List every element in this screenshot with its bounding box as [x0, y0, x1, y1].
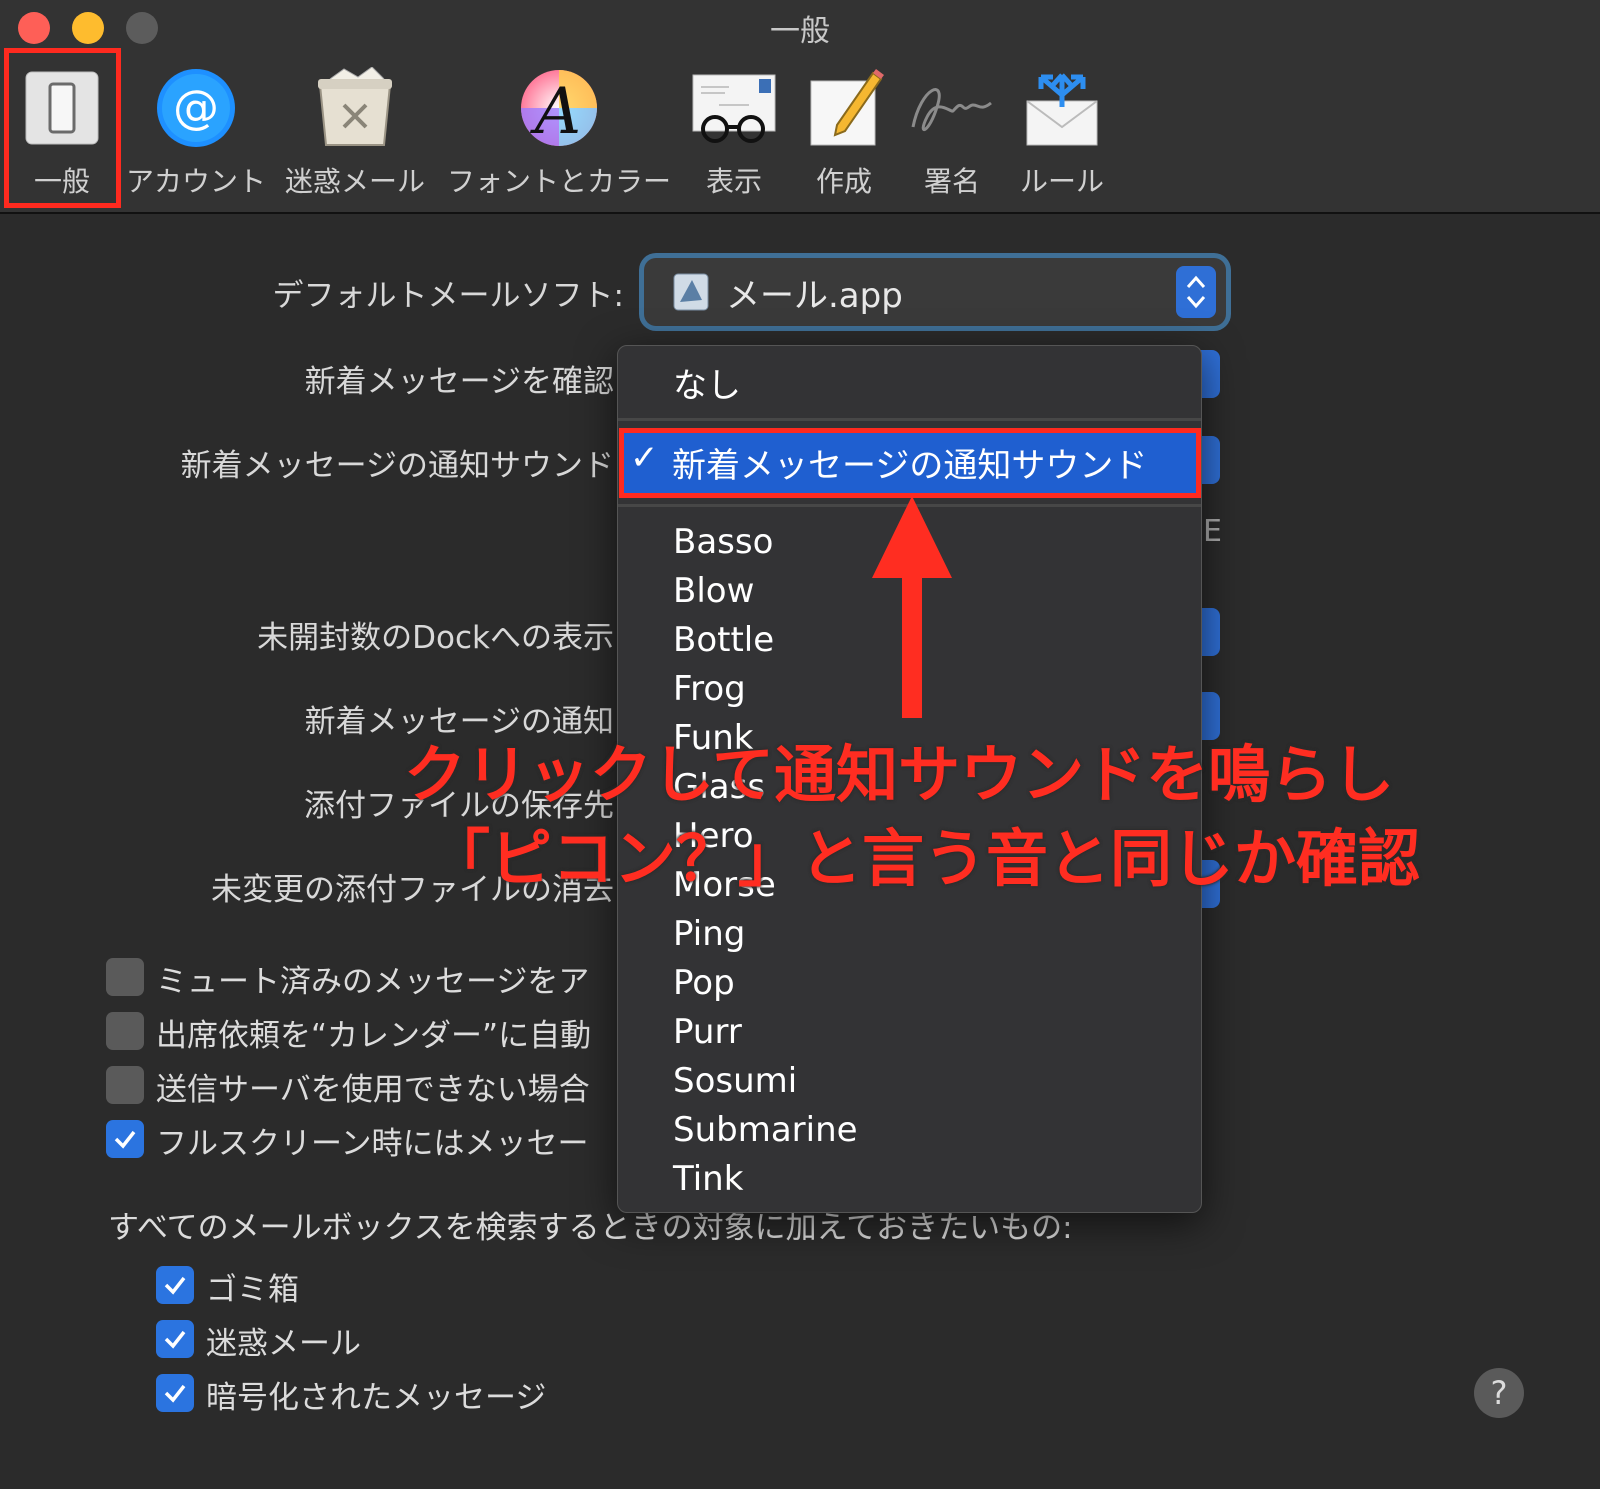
toolbar-viewing[interactable]: 表示	[688, 62, 780, 202]
checkbox-label: ミュート済みのメッセージをア	[156, 964, 590, 1000]
mail-app-icon	[672, 272, 710, 316]
junk-checkbox[interactable]	[156, 1320, 194, 1358]
mute-messages-checkbox[interactable]	[106, 958, 144, 996]
fullscreen-checkbox[interactable]	[106, 1120, 144, 1158]
trash-checkbox[interactable]	[156, 1266, 194, 1304]
menu-item-sound[interactable]: Basso	[673, 522, 773, 562]
checkmark-icon	[164, 1330, 186, 1349]
checkbox-label: 送信サーバを使用できない場合	[156, 1072, 590, 1108]
annotation-line-2: 「ピコン？」と言う音と同じか確認	[428, 822, 1421, 895]
rules-envelope-icon	[1016, 62, 1108, 154]
toolbar-junk[interactable]: 迷惑メール	[284, 62, 426, 202]
check-new-messages-label: 新着メッセージを確認	[304, 364, 614, 400]
font-color-icon: A	[513, 62, 605, 154]
default-app-value: メール.app	[726, 276, 903, 316]
checkmark-icon	[164, 1276, 186, 1295]
toolbar-label: 作成	[815, 165, 872, 198]
checkbox-label: 出席依頼を“カレンダー”に自動	[156, 1018, 592, 1054]
menu-item-sound[interactable]: Purr	[673, 1012, 742, 1052]
toolbar-fonts-colors[interactable]: A フォントとカラー	[447, 62, 672, 202]
menu-item-sound[interactable]: Blow	[673, 571, 754, 611]
toolbar-accounts[interactable]: @ アカウント	[126, 62, 266, 202]
toolbar-label: 署名	[923, 165, 980, 198]
junk-bin-icon	[309, 62, 401, 154]
svg-text:A: A	[530, 75, 581, 149]
checkmark-icon	[114, 1130, 136, 1149]
toolbar-rules[interactable]: ルール	[1016, 62, 1108, 202]
chevron-up-down-icon	[1176, 266, 1216, 318]
dock-unread-label: 未開封数のDockへの表示	[257, 620, 614, 656]
menu-item-sound[interactable]: Sosumi	[673, 1061, 797, 1101]
outgoing-server-checkbox[interactable]	[106, 1066, 144, 1104]
menu-item-sound[interactable]: Frog	[673, 669, 746, 709]
menu-item-none[interactable]: なし	[673, 358, 741, 407]
toolbar-label: アカウント	[126, 165, 267, 198]
menu-item-sound[interactable]: Ping	[673, 914, 745, 954]
default-app-label: デフォルトメールソフト:	[272, 278, 624, 314]
toolbar-label: 迷惑メール	[284, 165, 425, 198]
calendar-invites-checkbox[interactable]	[106, 1012, 144, 1050]
menu-item-sound[interactable]: Submarine	[673, 1110, 858, 1150]
checkbox-label: フルスクリーン時にはメッセー	[156, 1126, 589, 1162]
signature-icon	[906, 62, 998, 154]
checkbox-label: 暗号化されたメッセージ	[206, 1380, 547, 1416]
menu-item-sound[interactable]: Pop	[673, 963, 735, 1003]
toolbar-label: ルール	[1019, 165, 1104, 198]
checkmark-icon	[164, 1384, 186, 1403]
menu-item-sound[interactable]: Tink	[673, 1159, 743, 1199]
svg-text:@: @	[173, 80, 219, 134]
new-message-sound-label: 新着メッセージの通知サウンド	[180, 448, 614, 484]
toolbar-label: 表示	[705, 165, 762, 198]
selected-item-highlight	[619, 428, 1201, 498]
menu-item-sound[interactable]: Bottle	[673, 620, 774, 660]
toolbar-signatures[interactable]: 署名	[906, 62, 998, 202]
annotation-arrow	[872, 496, 952, 718]
default-app-popup[interactable]: メール.app	[644, 258, 1226, 326]
checkbox-label: ゴミ箱	[206, 1272, 299, 1308]
encrypted-checkbox[interactable]	[156, 1374, 194, 1412]
toolbar-label: フォントとカラー	[447, 165, 672, 198]
selected-tab-highlight	[4, 48, 121, 208]
checkbox-label: 迷惑メール	[206, 1326, 361, 1362]
window-title: 一般	[770, 14, 830, 49]
annotation-line-1: クリックして通知サウンドを鳴らし	[404, 738, 1395, 811]
pencil-paper-icon	[798, 62, 890, 154]
help-button[interactable]: ?	[1474, 1368, 1524, 1418]
toolbar-composing[interactable]: 作成	[798, 62, 890, 202]
glasses-envelope-icon	[688, 62, 780, 154]
at-sign-icon: @	[150, 62, 242, 154]
partial-text: E	[1203, 514, 1222, 549]
menu-separator	[618, 418, 1201, 421]
